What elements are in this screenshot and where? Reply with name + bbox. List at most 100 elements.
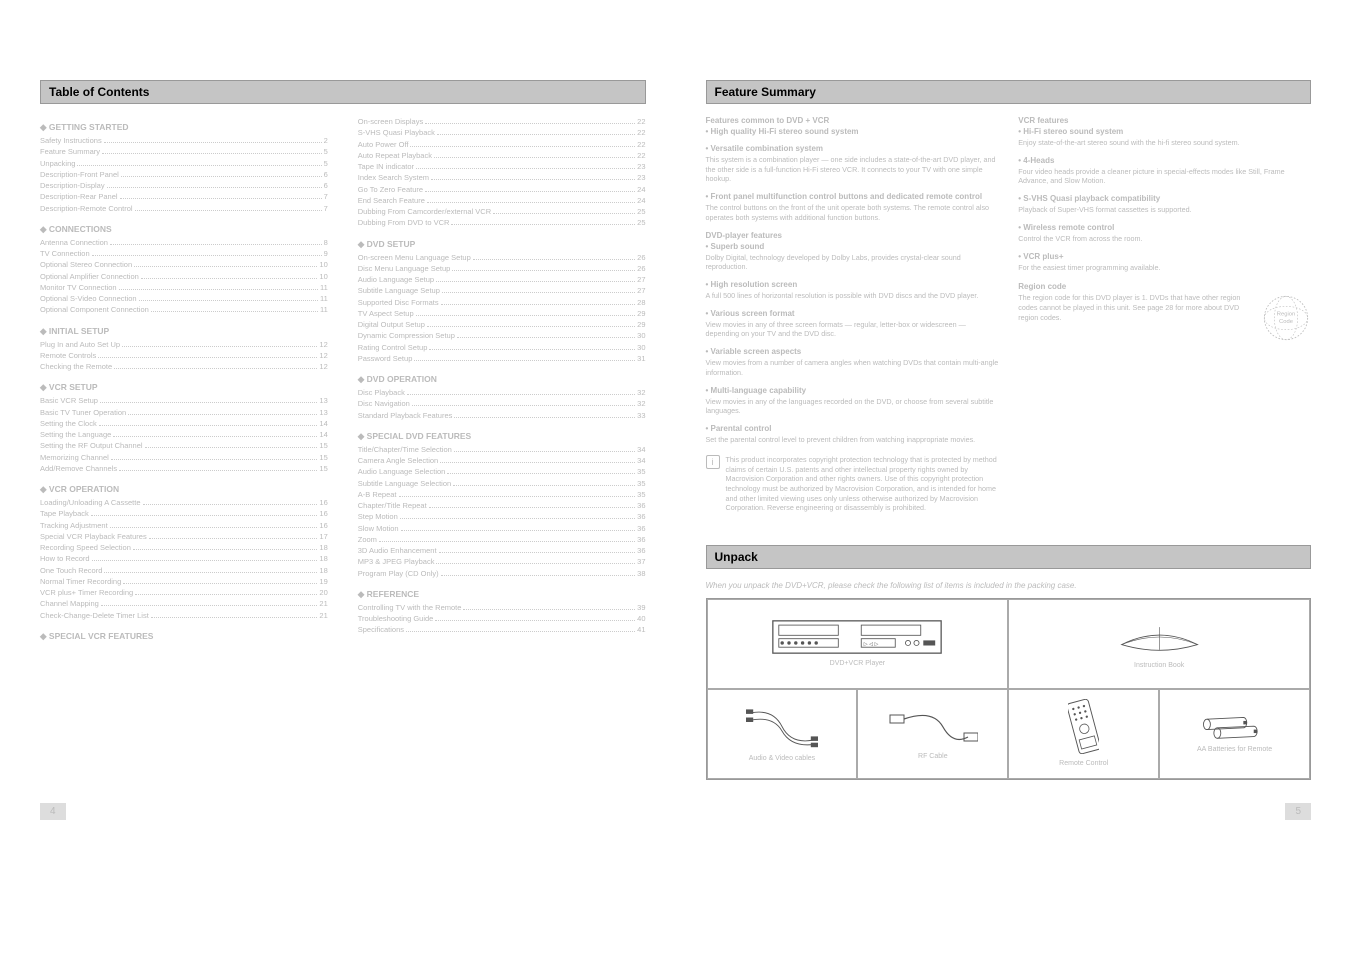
- unpack-label: AA Batteries for Remote: [1197, 746, 1272, 754]
- feature-title: • Versatile combination system: [706, 144, 999, 153]
- toc-dots: [110, 527, 318, 528]
- toc-entry-page: 22: [637, 127, 645, 138]
- toc-section: ◆ CONNECTIONSAntenna Connection8TV Conne…: [40, 224, 328, 316]
- toc-entry: Safety Instructions2: [40, 135, 328, 146]
- toc-entry-label: Disc Navigation: [358, 398, 410, 409]
- toc-entry: Description-Front Panel6: [40, 169, 328, 180]
- toc-section-title: ◆ SPECIAL DVD FEATURES: [358, 431, 646, 442]
- toc-dots: [439, 552, 636, 553]
- toc-entry-page: 32: [637, 398, 645, 409]
- feature-item: • 4-HeadsFour video heads provide a clea…: [1018, 156, 1311, 186]
- toc-entry: Channel Mapping21: [40, 598, 328, 609]
- toc-entry-page: 35: [637, 489, 645, 500]
- toc-entry: Slow Motion36: [358, 523, 646, 534]
- toc-entry-page: 37: [637, 556, 645, 567]
- toc-section: ◆ DVD SETUPOn-screen Menu Language Setup…: [358, 239, 646, 365]
- toc-entry-page: 18: [319, 553, 327, 564]
- toc-entry-label: Description-Remote Control: [40, 203, 133, 214]
- feature-title: • Hi-Fi stereo sound system: [1018, 127, 1311, 136]
- toc-entry: Check-Change-Delete Timer List21: [40, 610, 328, 621]
- toc-entry: Normal Timer Recording19: [40, 576, 328, 587]
- toc-entry-label: Memorizing Channel: [40, 452, 109, 463]
- toc-dots: [429, 507, 635, 508]
- toc-dots: [425, 191, 635, 192]
- toc-entry: On-screen Displays22: [358, 116, 646, 127]
- toc-entry: Tape IN indicator23: [358, 161, 646, 172]
- toc-entry-page: 36: [637, 545, 645, 556]
- toc-entry: Auto Power Off22: [358, 139, 646, 150]
- toc-entry-page: 10: [319, 259, 327, 270]
- toc-entry-label: Rating Control Setup: [358, 342, 428, 353]
- toc-dots: [410, 146, 635, 147]
- toc-entry-page: 10: [319, 271, 327, 282]
- vcr-features-title: VCR features: [1018, 116, 1311, 125]
- toc-entry-page: 29: [637, 319, 645, 330]
- toc-entry-page: 18: [319, 565, 327, 576]
- toc-entry-page: 2: [324, 135, 328, 146]
- svg-text:▷ ◁ ▷: ▷ ◁ ▷: [864, 641, 879, 647]
- toc-entry-page: 20: [319, 587, 327, 598]
- toc-dots: [447, 473, 635, 474]
- unpack-label: Remote Control: [1059, 760, 1108, 768]
- toc-dots: [412, 405, 635, 406]
- toc-entry-page: 15: [319, 452, 327, 463]
- toc-dots: [110, 244, 322, 245]
- unpack-intro: When you unpack the DVD+VCR, please chec…: [706, 581, 1312, 590]
- toc-entry: On-screen Menu Language Setup26: [358, 252, 646, 263]
- feature-body: The control buttons on the front of the …: [706, 203, 999, 222]
- toc-section: ◆ INITIAL SETUPPlug In and Auto Set Up12…: [40, 326, 328, 373]
- feature-title: • High quality Hi-Fi stereo sound system: [706, 127, 999, 136]
- toc-section-title: ◆ VCR OPERATION: [40, 484, 328, 495]
- toc-dots: [114, 368, 317, 369]
- toc-dots: [427, 326, 635, 327]
- toc-entry-label: Program Play (CD Only): [358, 568, 439, 579]
- feature-body: Dolby Digital, technology developed by D…: [706, 253, 999, 272]
- toc-entry-label: Step Motion: [358, 511, 398, 522]
- page-spread: Table of Contents ◆ GETTING STARTEDSafet…: [0, 0, 1351, 810]
- toc-entry: Remote Controls12: [40, 350, 328, 361]
- toc-dots: [427, 202, 635, 203]
- toc-entry: Dubbing From Camcorder/external VCR25: [358, 206, 646, 217]
- toc-entry: Digital Output Setup29: [358, 319, 646, 330]
- toc-entry: Disc Playback32: [358, 387, 646, 398]
- toc-entry-page: 14: [319, 418, 327, 429]
- toc-entry-page: 30: [637, 342, 645, 353]
- toc-entry-page: 34: [637, 455, 645, 466]
- feature-item: • Versatile combination systemThis syste…: [706, 144, 999, 184]
- right-page: Feature Summary Features common to DVD +…: [706, 80, 1312, 780]
- toc-dots: [123, 583, 317, 584]
- feature-body: Enjoy state-of-the-art stereo sound with…: [1018, 138, 1311, 148]
- copyright-note: i This product incorporates copyright pr…: [706, 455, 999, 513]
- toc-list: ◆ GETTING STARTEDSafety Instructions2Fea…: [40, 116, 646, 645]
- toc-entry: Subtitle Language Setup27: [358, 285, 646, 296]
- toc-entry: Add/Remove Channels15: [40, 463, 328, 474]
- feature-item: • Wireless remote controlControl the VCR…: [1018, 223, 1311, 244]
- dvd-features-list: • Superb soundDolby Digital, technology …: [706, 242, 999, 445]
- toc-dots: [451, 224, 635, 225]
- toc-entry-page: 36: [637, 534, 645, 545]
- toc-dots: [100, 402, 317, 403]
- region-badge-icon: Region Code: [1261, 293, 1311, 343]
- features-common-list: • High quality Hi-Fi stereo sound system…: [706, 127, 999, 223]
- toc-dots: [77, 165, 321, 166]
- toc-entry-label: Special VCR Playback Features: [40, 531, 147, 542]
- toc-entry: Disc Navigation 32: [358, 398, 646, 409]
- feature-body: View movies in any of three screen forma…: [706, 320, 999, 339]
- toc-dots: [454, 417, 635, 418]
- toc-dots: [91, 515, 318, 516]
- toc-entry-page: 27: [637, 285, 645, 296]
- toc-entry-label: Remote Controls: [40, 350, 96, 361]
- region-code-text: The region code for this DVD player is 1…: [1018, 293, 1251, 322]
- toc-entry-page: 35: [637, 466, 645, 477]
- toc-dots: [119, 470, 317, 471]
- toc-entry: A-B Repeat35: [358, 489, 646, 500]
- toc-entry-page: 22: [637, 139, 645, 150]
- toc-entry-label: Disc Playback: [358, 387, 405, 398]
- toc-entry: How to Record18: [40, 553, 328, 564]
- feature-summary-header: Feature Summary: [706, 80, 1312, 104]
- vcr-features-list: • Hi-Fi stereo sound system Enjoy state-o…: [1018, 127, 1311, 272]
- feature-title: • 4-Heads: [1018, 156, 1311, 165]
- toc-entry-label: Plug In and Auto Set Up: [40, 339, 120, 350]
- toc-entry-page: 30: [637, 330, 645, 341]
- feature-title: • Parental control: [706, 424, 999, 433]
